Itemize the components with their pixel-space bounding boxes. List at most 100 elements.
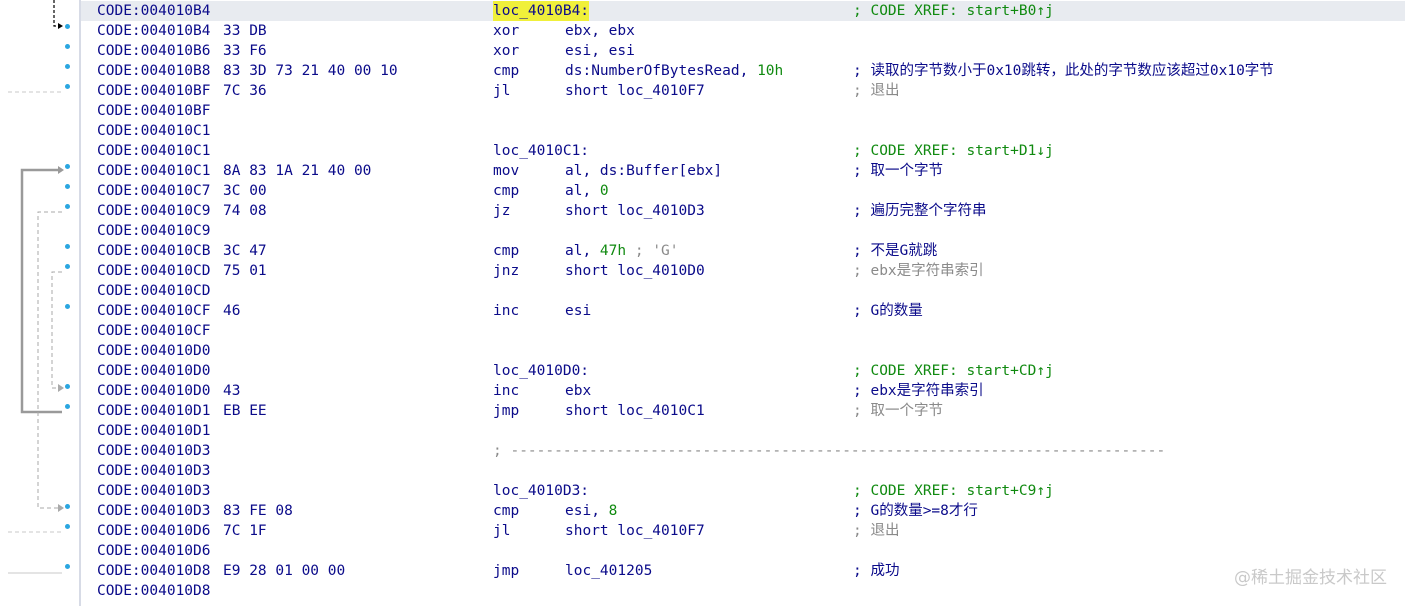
address: CODE:004010B8 bbox=[97, 63, 211, 79]
operands[interactable]: al, 0 bbox=[565, 181, 609, 201]
listing-row[interactable]: CODE:004010B6 33 F6 xor esi, esi bbox=[81, 41, 1405, 61]
address: CODE:004010CB bbox=[97, 243, 211, 259]
address: CODE:004010D1 bbox=[97, 423, 211, 439]
listing-row[interactable]: CODE:004010C1 bbox=[81, 121, 1405, 141]
breakpoint-dot-icon[interactable] bbox=[65, 404, 70, 409]
listing-row[interactable]: CODE:004010D1 bbox=[81, 421, 1405, 441]
operands[interactable]: short loc_4010D3 bbox=[565, 201, 705, 221]
listing-row[interactable]: CODE:004010D3 loc_4010D3: ; CODE XREF: sta… bbox=[81, 481, 1405, 501]
listing-row[interactable]: CODE:004010B4 loc_4010B4: ; CODE XREF: sta… bbox=[81, 1, 1405, 21]
breakpoint-dot-icon[interactable] bbox=[65, 164, 70, 169]
listing-row[interactable]: CODE:004010C7 3C 00 cmp al, 0 bbox=[81, 181, 1405, 201]
listing-row[interactable]: CODE:004010D0 loc_4010D0: ; CODE XREF: sta… bbox=[81, 361, 1405, 381]
breakpoint-dot-icon[interactable] bbox=[65, 304, 70, 309]
xref-comment: ; CODE XREF: start+C9↑j bbox=[853, 483, 1054, 499]
listing-row[interactable]: CODE:004010CD bbox=[81, 281, 1405, 301]
address: CODE:004010B4 bbox=[97, 3, 211, 19]
listing-row[interactable]: CODE:004010C9 bbox=[81, 221, 1405, 241]
listing-row[interactable]: CODE:004010D3 ; -------------------------… bbox=[81, 441, 1405, 461]
breakpoint-dot-icon[interactable] bbox=[65, 244, 70, 249]
address: CODE:004010D0 bbox=[97, 363, 211, 379]
immediate-value: 10h bbox=[757, 63, 784, 79]
listing-row[interactable]: CODE:004010B8 83 3D 73 21 40 00 10 cmp ds:N… bbox=[81, 61, 1405, 81]
opcode-bytes: 74 08 bbox=[223, 203, 267, 219]
code-label[interactable]: loc_4010C1: bbox=[493, 141, 589, 161]
listing-row[interactable]: CODE:004010C1 8A 83 1A 21 40 00 mov al, ds:… bbox=[81, 161, 1405, 181]
listing-row[interactable]: CODE:004010D8 E9 28 01 00 00 jmp loc_401205… bbox=[81, 561, 1405, 581]
operand-text: loc_401205 bbox=[565, 563, 653, 579]
listing-row[interactable]: CODE:004010CB 3C 47 cmp al, 47h ; 'G' ; 不是G就… bbox=[81, 241, 1405, 261]
operand-text: al, bbox=[565, 243, 600, 259]
address: CODE:004010C9 bbox=[97, 203, 211, 219]
listing-row[interactable]: CODE:004010D3 83 FE 08 cmp esi, 8 ; G的数量>=8才… bbox=[81, 501, 1405, 521]
breakpoint-dot-icon[interactable] bbox=[65, 64, 70, 69]
breakpoint-dot-icon[interactable] bbox=[65, 504, 70, 509]
breakpoint-dot-icon[interactable] bbox=[65, 44, 70, 49]
comment: ; 读取的字节数小于0x10跳转，此处的字节数应该超过0x10字节 bbox=[853, 63, 1274, 79]
opcode-bytes: EB EE bbox=[223, 403, 267, 419]
listing-row[interactable]: CODE:004010D0 43 inc ebx ; ebx是字符串索引 bbox=[81, 381, 1405, 401]
listing-row[interactable]: CODE:004010C1 loc_4010C1: ; CODE XREF: sta… bbox=[81, 141, 1405, 161]
jump-arrows bbox=[8, 0, 64, 574]
code-label[interactable]: loc_4010D3: bbox=[493, 481, 589, 501]
operands[interactable]: esi bbox=[565, 301, 591, 321]
listing-row[interactable]: CODE:004010D6 7C 1F jl short loc_4010F7 ; 退出 bbox=[81, 521, 1405, 541]
listing-row[interactable]: CODE:004010D3 bbox=[81, 461, 1405, 481]
address: CODE:004010D6 bbox=[97, 523, 211, 539]
breakpoint-dot-icon[interactable] bbox=[65, 384, 70, 389]
address: CODE:004010C9 bbox=[97, 223, 211, 239]
operands[interactable]: ebx bbox=[565, 381, 591, 401]
breakpoint-dot-icon[interactable] bbox=[65, 204, 70, 209]
listing-row[interactable]: CODE:004010BF bbox=[81, 101, 1405, 121]
comment: ; 不是G就跳 bbox=[853, 243, 938, 259]
operand-text: short loc_4010C1 bbox=[565, 403, 705, 419]
operand-text: short loc_4010F7 bbox=[565, 83, 705, 99]
address: CODE:004010D3 bbox=[97, 503, 211, 519]
operands[interactable]: esi, 8 bbox=[565, 501, 617, 521]
operands[interactable]: loc_401205 bbox=[565, 561, 652, 581]
address: CODE:004010C7 bbox=[97, 183, 211, 199]
opcode-bytes: 83 FE 08 bbox=[223, 503, 293, 519]
listing-row[interactable]: CODE:004010D1 EB EE jmp short loc_4010C1 ; 取… bbox=[81, 401, 1405, 421]
comment: ; 退出 bbox=[853, 83, 900, 99]
operands[interactable]: esi, esi bbox=[565, 41, 635, 61]
operand-text: al, ds:Buffer[ebx] bbox=[565, 163, 723, 179]
operands[interactable]: short loc_4010C1 bbox=[565, 401, 705, 421]
operands[interactable]: short loc_4010D0 bbox=[565, 261, 705, 281]
breakpoint-dot-icon[interactable] bbox=[65, 564, 70, 569]
breakpoint-dot-icon[interactable] bbox=[65, 524, 70, 529]
operand-text: al, bbox=[565, 183, 600, 199]
breakpoint-dot-icon[interactable] bbox=[65, 24, 70, 29]
operands[interactable]: short loc_4010F7 bbox=[565, 521, 705, 541]
breakpoint-dot-icon[interactable] bbox=[65, 84, 70, 89]
operands[interactable]: ebx, ebx bbox=[565, 21, 635, 41]
code-label[interactable]: loc_4010D0: bbox=[493, 361, 589, 381]
listing-row[interactable]: CODE:004010D0 bbox=[81, 341, 1405, 361]
xref-comment: ; CODE XREF: start+CD↑j bbox=[853, 363, 1054, 379]
code-label[interactable]: loc_4010B4: bbox=[493, 1, 590, 21]
listing-row[interactable]: CODE:004010CF bbox=[81, 321, 1405, 341]
operands[interactable]: short loc_4010F7 bbox=[565, 81, 705, 101]
listing-row[interactable]: CODE:004010B4 33 DB xor ebx, ebx bbox=[81, 21, 1405, 41]
address: CODE:004010B4 bbox=[97, 23, 211, 39]
listing-row[interactable]: CODE:004010C9 74 08 jz short loc_4010D3 ; 遍历… bbox=[81, 201, 1405, 221]
mnemonic: jmp bbox=[493, 403, 520, 419]
immediate-value: 47h bbox=[599, 243, 627, 259]
mnemonic: cmp bbox=[493, 63, 520, 79]
operands[interactable]: al, 47h ; 'G' bbox=[565, 241, 679, 261]
disassembly-listing[interactable]: CODE:004010B4 loc_4010B4: ; CODE XREF: sta… bbox=[81, 1, 1405, 601]
operands[interactable]: al, ds:Buffer[ebx] bbox=[565, 161, 722, 181]
comment: ; 取一个字节 bbox=[853, 403, 943, 419]
listing-row[interactable]: CODE:004010CD 75 01 jnz short loc_4010D0 ; e… bbox=[81, 261, 1405, 281]
inline-comment: ; 'G' bbox=[626, 243, 679, 259]
listing-row[interactable]: CODE:004010BF 7C 36 jl short loc_4010F7 ; 退出 bbox=[81, 81, 1405, 101]
listing-row[interactable]: CODE:004010D6 bbox=[81, 541, 1405, 561]
operands[interactable]: ds:NumberOfBytesRead, 10h bbox=[565, 61, 783, 81]
breakpoint-dot-icon[interactable] bbox=[65, 264, 70, 269]
breakpoint-dot-icon[interactable] bbox=[65, 184, 70, 189]
listing-row[interactable]: CODE:004010CF 46 inc esi ; G的数量 bbox=[81, 301, 1405, 321]
operand-text: short loc_4010D0 bbox=[565, 263, 705, 279]
operand-text: esi, esi bbox=[565, 43, 635, 59]
address: CODE:004010D3 bbox=[97, 483, 211, 499]
listing-row[interactable]: CODE:004010D8 bbox=[81, 581, 1405, 601]
